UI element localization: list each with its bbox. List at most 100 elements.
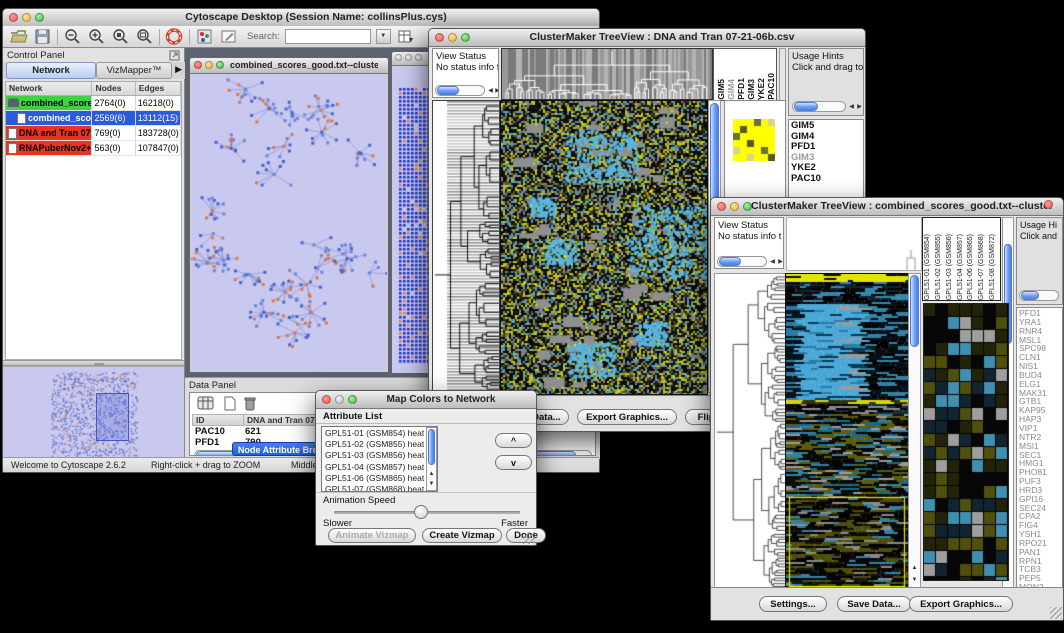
birdseye-canvas[interactable] bbox=[3, 367, 183, 459]
column-label[interactable]: YKE2 bbox=[756, 78, 766, 100]
network-list-row[interactable]: RNAPuberNov2+ 563(0) 107847(0) bbox=[6, 141, 181, 156]
animate-vizmap-button[interactable]: Animate Vizmap bbox=[328, 528, 416, 543]
close-button[interactable] bbox=[717, 202, 726, 211]
birdseye-view[interactable] bbox=[3, 366, 184, 459]
scroll-down-icon[interactable]: ▼ bbox=[910, 576, 919, 584]
gene-label[interactable]: GIM5 bbox=[791, 121, 861, 132]
attribute-item[interactable]: GPL51-02 (GSM855) heat shock 10 min bbox=[325, 439, 434, 450]
search-input[interactable] bbox=[285, 29, 371, 44]
tv2-titlebar[interactable]: ClusterMaker TreeView : combined_scores_… bbox=[711, 198, 1063, 216]
export-graphics-button[interactable]: Export Graphics... bbox=[909, 596, 1013, 612]
zoom-fit-icon[interactable] bbox=[135, 28, 154, 45]
attribute-item[interactable]: GPL51-07 (GSM868) heat shock 60 min bbox=[325, 484, 434, 492]
tv2-left-dendrogram[interactable] bbox=[714, 273, 786, 591]
tv1-status-scrollbar[interactable] bbox=[435, 85, 485, 96]
speed-slider-thumb[interactable] bbox=[414, 505, 428, 519]
minimize-button[interactable] bbox=[730, 202, 739, 211]
column-label[interactable]: GPL51-04 (GSM857) bbox=[957, 234, 968, 300]
close-button[interactable] bbox=[435, 33, 444, 42]
gene-label[interactable]: PFD1 bbox=[791, 142, 861, 153]
gene-label[interactable]: YKE2 bbox=[791, 163, 861, 174]
net-close-button[interactable] bbox=[194, 61, 202, 69]
net-minimize-button[interactable] bbox=[205, 61, 213, 69]
dialog-titlebar[interactable]: Map Colors to Network bbox=[316, 391, 536, 409]
background-window-close-light[interactable] bbox=[1044, 200, 1053, 209]
attribute-select-icon[interactable] bbox=[196, 395, 216, 412]
zoom-selected-icon[interactable] bbox=[111, 28, 130, 45]
move-down-button[interactable]: v bbox=[495, 455, 532, 470]
column-label[interactable]: GIM5 bbox=[716, 79, 726, 100]
save-data-button[interactable]: Save Data... bbox=[837, 596, 911, 612]
col-nodes[interactable]: Nodes bbox=[92, 82, 135, 95]
network-list-row[interactable]: DNA and Tran 07 769(0) 183728(0) bbox=[6, 126, 181, 141]
save-session-icon[interactable] bbox=[33, 28, 52, 45]
scroll-right-icon[interactable]: ▶ bbox=[493, 87, 499, 95]
close-button[interactable] bbox=[9, 13, 18, 22]
tv1-titlebar[interactable]: ClusterMaker TreeView : DNA and Tran 07-… bbox=[429, 29, 865, 47]
column-label[interactable]: GPL51-02 (GSM855) bbox=[935, 234, 946, 300]
birdseye-viewport-rect[interactable] bbox=[96, 393, 129, 441]
scroll-right-icon[interactable]: ▶ bbox=[776, 258, 784, 266]
gene-label[interactable]: PAC10 bbox=[791, 174, 861, 185]
move-up-button[interactable]: ^ bbox=[495, 433, 532, 448]
vizmapper-icon[interactable] bbox=[195, 28, 214, 45]
tv1-top-dendrogram[interactable] bbox=[501, 48, 713, 100]
column-label[interactable]: GIM4 bbox=[726, 79, 736, 100]
network-list-row[interactable]: combined_scores 2764(0) 16218(0) bbox=[6, 96, 181, 111]
float-panel-icon[interactable] bbox=[169, 50, 180, 61]
scroll-up-icon[interactable]: ▲ bbox=[910, 564, 919, 572]
tab-vizmapper[interactable]: VizMapper™ bbox=[96, 62, 172, 79]
column-label[interactable]: GIM3 bbox=[746, 79, 756, 100]
scroll-down-icon[interactable]: ▼ bbox=[427, 480, 436, 488]
minimize-button[interactable] bbox=[335, 395, 344, 404]
attribute-item[interactable]: GPL51-06 (GSM865) heat shock 40 min bbox=[325, 473, 434, 484]
bg-win-light[interactable] bbox=[415, 54, 422, 61]
close-button[interactable] bbox=[322, 395, 331, 404]
settings-button[interactable]: Settings... bbox=[759, 596, 827, 612]
attribute-item[interactable]: GPL51-03 (GSM856) heat shock 15 min bbox=[325, 450, 434, 461]
data-col-id[interactable]: ID bbox=[193, 415, 244, 425]
attribute-item[interactable]: GPL51-04 (GSM857) heat shock 20 min bbox=[325, 462, 434, 473]
tv1-mini-vscroll[interactable] bbox=[779, 48, 786, 101]
column-label[interactable]: GPL51-03 (GSM856) bbox=[946, 234, 957, 300]
tv2-hints-scrollbar[interactable] bbox=[1019, 290, 1059, 301]
minimize-button[interactable] bbox=[22, 13, 31, 22]
create-vizmap-button[interactable]: Create Vizmap bbox=[422, 528, 502, 543]
tv2-status-scrollbar[interactable] bbox=[717, 256, 767, 267]
more-tabs-arrow[interactable]: ▶ bbox=[175, 64, 182, 75]
resize-grip[interactable] bbox=[1050, 607, 1062, 619]
tv1-hints-scrollbar[interactable] bbox=[792, 101, 846, 112]
delete-attribute-icon[interactable] bbox=[242, 395, 258, 412]
column-label[interactable]: GPL51-07 (GSM868) bbox=[978, 234, 989, 300]
network-canvas[interactable] bbox=[191, 74, 387, 371]
attribute-item[interactable]: GPL51-01 (GSM854) heat shock 05 min bbox=[325, 428, 434, 439]
tv2-zoom-panel[interactable] bbox=[923, 303, 1009, 581]
tv1-heatmap[interactable] bbox=[500, 100, 708, 395]
column-label[interactable]: PAC10 bbox=[766, 73, 776, 100]
bg-win-light[interactable] bbox=[395, 54, 402, 61]
scroll-right-icon[interactable]: ▶ bbox=[855, 103, 864, 111]
new-attribute-icon[interactable] bbox=[222, 395, 238, 412]
bg-win-light[interactable] bbox=[405, 54, 412, 61]
tv2-top-dendrogram[interactable] bbox=[786, 217, 922, 271]
zoom-out-icon[interactable] bbox=[63, 28, 82, 45]
net-zoom-button[interactable] bbox=[216, 61, 224, 69]
scroll-up-icon[interactable]: ▲ bbox=[427, 470, 436, 478]
open-session-icon[interactable] bbox=[9, 28, 28, 45]
export-graphics-button[interactable]: Export Graphics... bbox=[577, 409, 677, 425]
column-label[interactable]: GPL51-01 (GSM854) bbox=[924, 234, 935, 300]
tv1-correlation-matrix[interactable] bbox=[733, 119, 775, 161]
tv2-heatmap-vscrollbar[interactable]: ▲ ▼ bbox=[908, 273, 921, 589]
column-label[interactable]: PFD1 bbox=[736, 78, 746, 100]
col-network[interactable]: Network bbox=[6, 82, 92, 95]
tv2-heatmap[interactable] bbox=[785, 273, 910, 591]
network-list-row[interactable]: combined_sco 2569(6) 13112(15) bbox=[6, 111, 181, 126]
import-table-icon[interactable] bbox=[396, 28, 415, 45]
attribute-list-vscrollbar[interactable]: ▲ ▼ bbox=[426, 427, 437, 491]
zoom-in-icon[interactable] bbox=[87, 28, 106, 45]
col-edges[interactable]: Edges bbox=[136, 82, 181, 95]
column-label[interactable]: GPL51-08 (GSM872) bbox=[989, 234, 1000, 300]
annotation-icon[interactable] bbox=[219, 28, 238, 45]
resize-grip[interactable] bbox=[523, 532, 535, 544]
tv1-left-dendrogram[interactable] bbox=[432, 100, 500, 395]
